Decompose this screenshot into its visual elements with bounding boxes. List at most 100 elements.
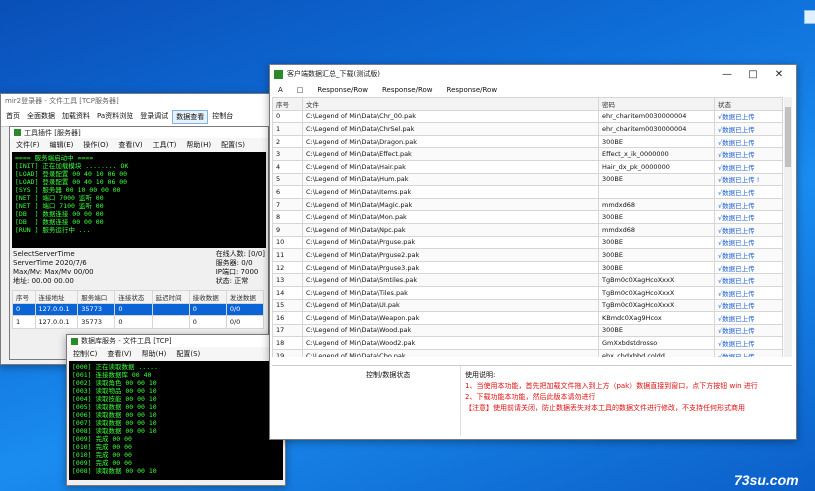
table-row[interactable]: 13 C:\Legend of Mir\Data\Smtiles.pak TgBm0… — [272, 273, 783, 287]
table-row[interactable]: 1 C:\Legend of Mir\Data\ChrSel.pak ehr_cha… — [272, 122, 783, 136]
column-header[interactable]: 延迟时间 — [151, 290, 190, 304]
table-header: 序号 连接地址 服务端口 连接状态 延迟时间 接收数据 发送数据 — [12, 290, 265, 304]
menu-item[interactable]: A — [276, 85, 285, 95]
tab-4[interactable]: 登录调试 — [137, 110, 171, 124]
column-header[interactable]: 连接状态 — [114, 290, 153, 304]
table-row[interactable]: 17 C:\Legend of Mir\Data\Wood.pak 300BE √数据… — [272, 323, 783, 338]
desktop-icon[interactable] — [804, 10, 815, 24]
table-row[interactable]: 7 C:\Legend of Mir\Data\Magic.pak mmdxd68 √… — [272, 197, 783, 212]
tab-2[interactable]: 加载资料 — [59, 110, 93, 124]
console-line: [005] 读取数据 00 00 10 — [72, 403, 157, 411]
column-header-index[interactable]: 序号 — [272, 97, 303, 111]
table-row[interactable]: 10 C:\Legend of Mir\Data\Prguse.pak 300BE √… — [272, 235, 783, 250]
cell-password: ehr_charitem0030000004 — [598, 122, 715, 136]
table-row[interactable]: 16 C:\Legend of Mir\Data\Weapon.pak KBmdc0… — [272, 311, 783, 325]
lower-window-titlebar[interactable]: 数据库服务 - 文件工具 [TCP] — [67, 335, 285, 347]
cell-file: C:\Legend of Mir\Data\Cbo.pak — [302, 348, 599, 357]
instructions-title: 使用说明: — [465, 371, 496, 379]
table-row[interactable]: 19 C:\Legend of Mir\Data\Cbo.pak ehx_chdxb… — [272, 348, 783, 357]
cell-file: C:\Legend of Mir\Data\Mon.pak — [302, 210, 599, 224]
console-line: [DB ] 数据连接 00 00 00 — [15, 210, 104, 218]
console-line: [001] 连接数据库 00 40 — [72, 371, 152, 379]
cell-index: 13 — [272, 273, 303, 287]
minimize-button[interactable]: — — [714, 69, 740, 80]
menu-config[interactable]: 配置(S) — [219, 139, 247, 151]
lower-window: 数据库服务 - 文件工具 [TCP] 控制(C) 查看(V) 帮助(H) 配置(… — [66, 334, 286, 486]
cell-index: 9 — [272, 222, 303, 237]
column-header[interactable]: 连接地址 — [34, 290, 79, 304]
vertical-scrollbar[interactable] — [784, 97, 792, 357]
tab-6[interactable]: 控制台 — [209, 110, 236, 124]
table-row[interactable]: 5 C:\Legend of Mir\Data\Hum.pak 300BE √数据已上… — [272, 172, 783, 187]
cell-password: Hair_dx_pk_0000000 — [598, 159, 715, 174]
table-row[interactable]: 0 C:\Legend of Mir\Data\Chr_00.pak ehr_cha… — [272, 109, 783, 124]
cell-file: C:\Legend of Mir\Data\Npc.pak — [302, 222, 599, 237]
cell: 0 — [114, 302, 153, 317]
menu-item[interactable]: 配置(S) — [174, 348, 202, 360]
menu-item[interactable]: Response/Row — [315, 85, 370, 95]
menu-item[interactable]: Response/Row — [445, 85, 500, 95]
app-icon — [274, 69, 283, 79]
cell-index: 18 — [272, 336, 303, 350]
control-status-panel: 控制/数据状态 — [272, 366, 461, 436]
menu-help[interactable]: 帮助(H) — [184, 139, 213, 151]
menu-item[interactable]: □ — [295, 85, 306, 95]
table-row[interactable]: 1 127.0.0.1 35773 0 0 0/0 — [12, 315, 265, 329]
menu-operate[interactable]: 操作(O) — [81, 139, 110, 151]
file-table: 序号 文件 密码 状态 0 C:\Legend of Mir\Data\Chr_0… — [272, 97, 783, 357]
column-header-file[interactable]: 文件 — [302, 97, 599, 111]
cell-status: √数据已上传 — [714, 134, 783, 149]
close-button[interactable]: ✕ — [766, 69, 792, 80]
menu-edit[interactable]: 编辑(E) — [48, 139, 76, 151]
status-text: ServerTime 2020/7/6 — [13, 259, 87, 267]
menu-item[interactable]: 查看(V) — [105, 348, 133, 360]
tab-0[interactable]: 首页 — [3, 110, 23, 124]
menu-item[interactable]: 控制(C) — [71, 348, 99, 360]
menu-item[interactable]: Response/Row — [380, 85, 435, 95]
cell-password: 300BE — [598, 260, 715, 275]
column-header-status[interactable]: 状态 — [714, 97, 783, 111]
menu-file[interactable]: 文件(F) — [14, 139, 42, 151]
cell-status: √数据已上传 — [714, 336, 783, 350]
status-text: 在线人数: [0/0] — [215, 250, 265, 258]
tab-5[interactable]: 数据查看 — [172, 110, 209, 124]
table-row[interactable]: 12 C:\Legend of Mir\Data\Prguse3.pak 300BE… — [272, 260, 783, 275]
inner-window-titlebar[interactable]: 工具插件 [服务器] — [10, 127, 268, 138]
cell-index: 6 — [272, 185, 303, 199]
cell-file: C:\Legend of Mir\Data\Prguse.pak — [302, 235, 599, 250]
scrollbar-thumb[interactable] — [785, 107, 791, 167]
cell: 0 — [12, 302, 36, 317]
table-row[interactable]: 8 C:\Legend of Mir\Data\Mon.pak 300BE √数据已上… — [272, 210, 783, 224]
menu-tools[interactable]: 工具(T) — [151, 139, 179, 151]
console-line: [INIT] 正在加载模块 ........ OK — [15, 162, 129, 170]
menu-view[interactable]: 查看(V) — [116, 139, 144, 151]
app-icon — [14, 129, 21, 136]
console-line: ==== 服务端启动中 ==== — [15, 154, 94, 162]
maximize-button[interactable]: □ — [740, 69, 766, 80]
main-window-titlebar[interactable]: 客户端数据汇总_下载(测试版) — □ ✕ — [270, 65, 796, 83]
table-row[interactable]: 18 C:\Legend of Mir\Data\Wood2.pak GmXxbds… — [272, 336, 783, 350]
column-header[interactable]: 序号 — [12, 290, 36, 304]
tab-1[interactable]: 全面数据 — [24, 110, 58, 124]
column-header[interactable]: 发送数据 — [225, 290, 265, 304]
column-header[interactable]: 服务端口 — [77, 290, 116, 304]
status-text: 状态: 正常 — [215, 277, 249, 285]
column-header-password[interactable]: 密码 — [598, 97, 715, 111]
table-row[interactable]: 15 C:\Legend of Mir\Data\UI.pak TgBm0c0Xag… — [272, 298, 783, 313]
menu-item[interactable]: 帮助(H) — [140, 348, 169, 360]
table-row[interactable]: 4 C:\Legend of Mir\Data\Hair.pak Hair_dx_p… — [272, 159, 783, 174]
console-line: [007] 读取数据 00 00 10 — [72, 419, 157, 427]
table-row[interactable]: 9 C:\Legend of Mir\Data\Npc.pak mmdxd68 √数据… — [272, 222, 783, 237]
tab-3[interactable]: Pa资料浏览 — [94, 110, 136, 124]
left-window-titlebar[interactable]: mir2登录器 - 文件工具 [TCP服务器] — [1, 94, 279, 108]
table-row[interactable]: 11 C:\Legend of Mir\Data\Prguse2.pak 300BE… — [272, 248, 783, 262]
table-row[interactable]: 6 C:\Legend of Mir\Data\Items.pak √数据已上传 — [272, 185, 783, 199]
table-row[interactable]: 2 C:\Legend of Mir\Data\Dragon.pak 300BE √数… — [272, 134, 783, 149]
table-row[interactable]: 14 C:\Legend of Mir\Data\Tiles.pak TgBm0c0… — [272, 285, 783, 300]
table-row[interactable]: 3 C:\Legend of Mir\Data\Effect.pak Effect_… — [272, 147, 783, 161]
column-header[interactable]: 接收数据 — [188, 290, 227, 304]
cell-file: C:\Legend of Mir\Data\Chr_00.pak — [302, 109, 599, 124]
cell: 0 — [188, 315, 227, 329]
cell-status: √数据已上传 — [714, 235, 783, 250]
table-row[interactable]: 0 127.0.0.1 35773 0 0 0/0 — [12, 302, 265, 317]
